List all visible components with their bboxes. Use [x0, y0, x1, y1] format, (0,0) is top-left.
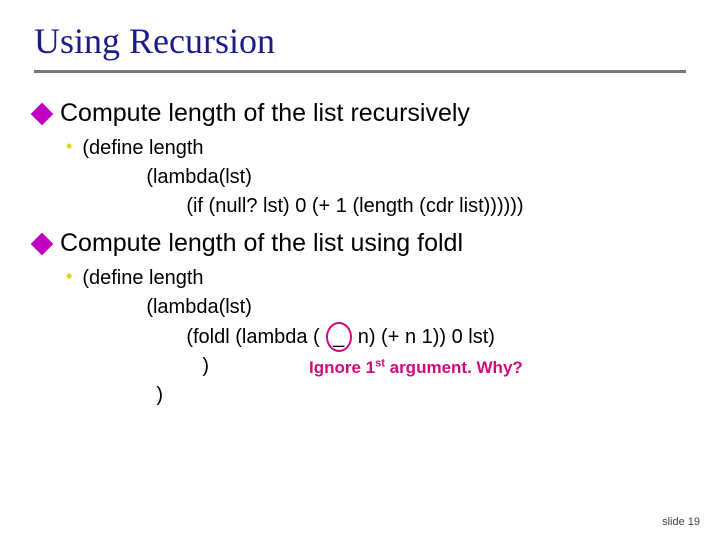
- ignore-note: Ignore 1st argument. Why?: [309, 356, 523, 381]
- code-line: (define length: [82, 264, 522, 293]
- code-line: (lambda(lst): [146, 293, 522, 322]
- dot-icon: •: [66, 264, 72, 288]
- dot-icon: •: [66, 134, 72, 158]
- ignore-row: ) Ignore 1st argument. Why?: [82, 352, 522, 381]
- code-2: (define length (lambda(lst) (foldl (lamb…: [82, 264, 522, 410]
- slide-number: slide 19: [662, 516, 700, 528]
- code-block-1: • (define length (lambda(lst) (if (null?…: [66, 134, 686, 221]
- ignore-pre: Ignore 1: [309, 358, 375, 377]
- code-fragment: (foldl (lambda (: [186, 323, 319, 352]
- code-block-2: • (define length (lambda(lst) (foldl (la…: [66, 264, 686, 410]
- bullet-1: Compute length of the list recursively: [34, 99, 686, 128]
- diamond-icon: [31, 103, 54, 126]
- code-line: (define length: [82, 134, 523, 163]
- bullet-2-text: Compute length of the list using foldl: [60, 229, 463, 258]
- highlight-circle: _: [326, 322, 352, 352]
- bullet-1-text: Compute length of the list recursively: [60, 99, 470, 128]
- code-paren: ): [202, 352, 209, 381]
- diamond-icon: [31, 233, 54, 256]
- code-1: (define length (lambda(lst) (if (null? l…: [82, 134, 523, 221]
- code-paren: ): [156, 381, 522, 410]
- code-line-foldl: (foldl (lambda ( _ n) (+ n 1)) 0 lst): [186, 322, 522, 352]
- slide-title: Using Recursion: [34, 20, 686, 62]
- code-fragment: n) (+ n 1)) 0 lst): [358, 323, 495, 352]
- underscore-arg: _: [333, 327, 344, 347]
- ignore-sup: st: [375, 357, 385, 369]
- code-line: (if (null? lst) 0 (+ 1 (length (cdr list…: [186, 192, 523, 221]
- slide: Using Recursion Compute length of the li…: [0, 0, 720, 540]
- bullet-2: Compute length of the list using foldl: [34, 229, 686, 258]
- title-rule: [34, 70, 686, 73]
- code-line: (lambda(lst): [146, 163, 523, 192]
- ignore-post: argument. Why?: [385, 358, 523, 377]
